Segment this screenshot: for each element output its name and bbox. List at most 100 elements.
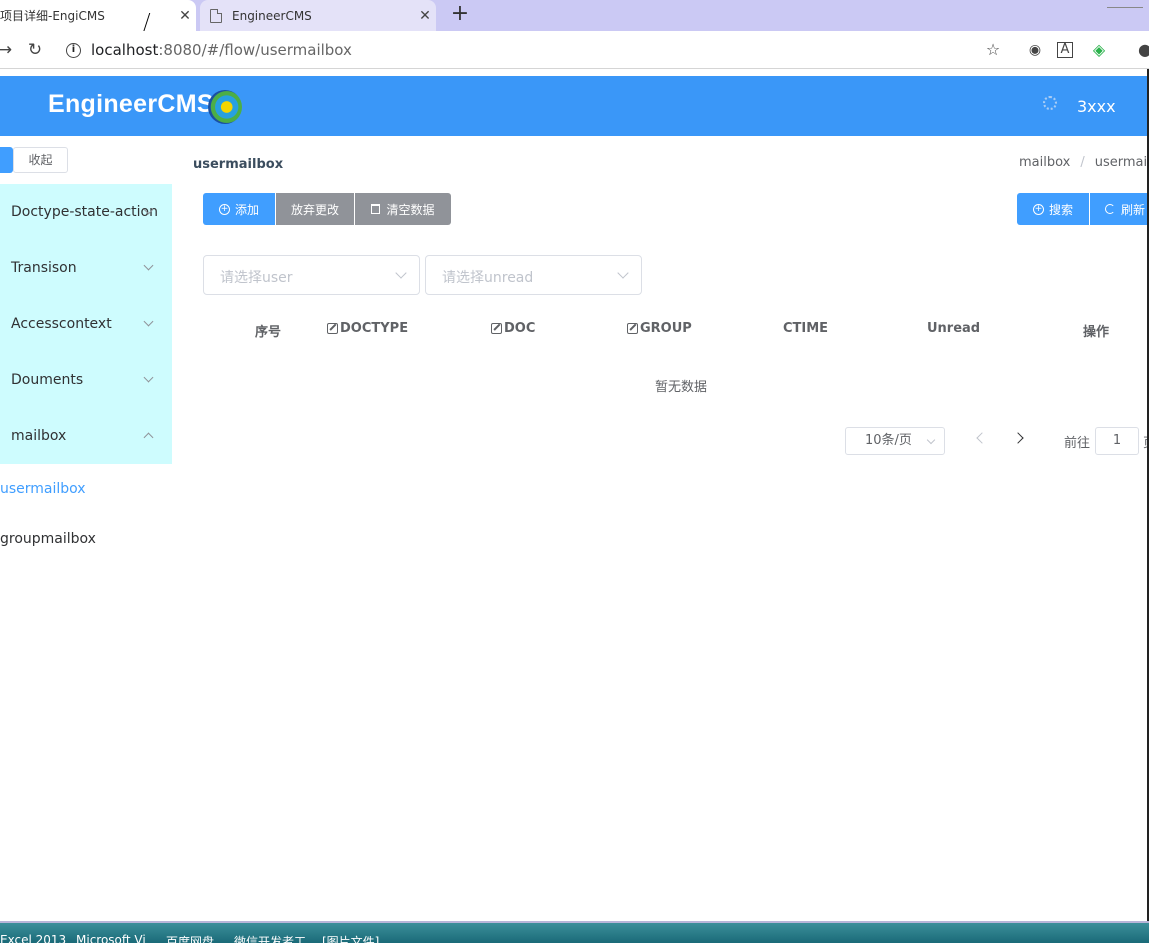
column-header-label: 序号	[255, 325, 282, 340]
sidebar-item-label: Doctype-state-action	[11, 204, 158, 220]
edit-icon	[491, 323, 502, 334]
unread-select[interactable]: 请选择unread	[425, 255, 642, 295]
address-bar: → ↻ i localhost :8080/#/flow/usermailbox…	[0, 31, 1149, 69]
browser-tab-2-title: EngineerCMS	[232, 8, 312, 23]
column-header-label: DOCTYPE	[340, 321, 409, 336]
sidebar-item-doctype-state-action[interactable]: Doctype-state-action	[0, 184, 172, 240]
info-icon[interactable]: i	[66, 42, 81, 58]
page-size-value: 10条/页	[865, 433, 912, 448]
discard-button-label: 放弃更改	[290, 202, 339, 217]
column-header-ctime: CTIME	[783, 321, 828, 336]
refresh-button-label: 刷新	[1120, 202, 1145, 217]
chevron-down-icon	[143, 372, 154, 383]
edit-icon	[627, 323, 638, 334]
chevron-down-icon	[617, 267, 629, 279]
table-header: 序号 DOCTYPE DOC GROUP CTIME Unread 操作	[203, 309, 1149, 349]
taskbar-item[interactable]: Excel 2013	[0, 933, 66, 943]
extension-icon[interactable]: ◉	[1025, 40, 1045, 60]
sidebar-toggle-indicator[interactable]	[0, 147, 13, 173]
trash-icon	[371, 204, 381, 214]
column-header-index: 序号	[255, 321, 281, 340]
add-button[interactable]: + 添加	[203, 193, 275, 225]
column-header-doctype[interactable]: DOCTYPE	[327, 321, 408, 336]
user-select[interactable]: 请选择user	[203, 255, 420, 295]
new-tab-button[interactable]: +	[448, 2, 472, 26]
browser-tab-strip: 项目详细-EngiCMS ✕ EngineerCMS ✕ +	[0, 0, 1149, 31]
column-header-label: GROUP	[640, 321, 692, 336]
page-size-select[interactable]: 10条/页	[845, 427, 945, 455]
goto-label: 前往	[1064, 436, 1091, 451]
goto-page-input[interactable]: 1	[1095, 427, 1139, 455]
edit-icon	[327, 323, 338, 334]
sidebar-item-transison[interactable]: Transison	[0, 240, 172, 296]
search-button[interactable]: + 搜索	[1017, 193, 1089, 225]
column-header-label: DOC	[504, 321, 536, 336]
translate-icon[interactable]: A	[1057, 42, 1073, 58]
chevron-down-icon	[926, 435, 936, 445]
clear-data-button[interactable]: 清空数据	[355, 193, 451, 225]
column-header-label: CTIME	[783, 321, 829, 336]
browser-tab-2[interactable]: EngineerCMS ✕	[200, 0, 436, 31]
refresh-icon	[1104, 204, 1115, 214]
discard-changes-button[interactable]: 放弃更改	[276, 193, 354, 225]
close-icon[interactable]: ✕	[414, 8, 436, 24]
collapse-button[interactable]: 收起	[13, 147, 68, 173]
plus-circle-icon: +	[218, 203, 230, 215]
sidebar-item-mailbox[interactable]: mailbox	[0, 408, 172, 464]
user-select-placeholder: 请选择user	[220, 270, 293, 286]
breadcrumb-item: usermailbox	[1094, 155, 1149, 170]
taskbar-item[interactable]: 百度网盘	[166, 933, 214, 943]
profile-icon[interactable]: ●	[1135, 40, 1149, 60]
refresh-button[interactable]: 刷新	[1090, 193, 1149, 225]
mouse-cursor-icon	[147, 14, 154, 32]
taskbar-item[interactable]: [图片文件]	[322, 933, 379, 943]
sidebar-item-label: Transison	[11, 260, 77, 276]
sidebar-item-douments[interactable]: Douments	[0, 352, 172, 408]
close-icon[interactable]: ✕	[174, 8, 196, 24]
app-header: EngineerCMS	[0, 76, 1149, 136]
document-icon	[210, 8, 222, 23]
taskbar-item[interactable]: Microsoft Vi	[76, 933, 146, 943]
column-header-unread: Unread	[927, 321, 980, 336]
column-header-label: 操作	[1083, 325, 1110, 340]
vue-devtools-icon[interactable]: ◈	[1089, 40, 1109, 60]
forward-icon[interactable]: →	[0, 39, 16, 61]
user-menu[interactable]: 3xxx	[1077, 97, 1116, 116]
page-title: usermailbox	[193, 157, 284, 172]
settings-gear-icon[interactable]	[1043, 96, 1057, 110]
chevron-down-icon	[395, 267, 407, 279]
breadcrumb: mailbox / usermailbox	[1019, 155, 1149, 170]
os-taskbar: Excel 2013 Microsoft Vi 百度网盘 微信开发者工 [图片文…	[0, 921, 1149, 943]
sidebar-item-accesscontext[interactable]: Accesscontext	[0, 296, 172, 352]
url-field[interactable]: i localhost :8080/#/flow/usermailbox	[66, 39, 352, 61]
bookmark-star-icon[interactable]: ☆	[983, 40, 1003, 60]
sidebar-subitem-groupmailbox[interactable]: groupmailbox	[0, 514, 172, 564]
minimize-icon[interactable]	[1107, 0, 1143, 8]
sidebar-menu: Doctype-state-action Transison Accesscon…	[0, 184, 172, 464]
sidebar-subitem-usermailbox[interactable]: usermailbox	[0, 464, 172, 514]
clear-button-label: 清空数据	[386, 202, 435, 217]
add-button-label: 添加	[234, 202, 259, 217]
next-page-icon[interactable]	[1012, 432, 1024, 444]
column-header-group[interactable]: GROUP	[627, 321, 692, 336]
breadcrumb-separator: /	[1080, 155, 1085, 170]
search-button-label: 搜索	[1048, 202, 1073, 217]
sidebar-item-label: Douments	[11, 372, 84, 388]
plus-circle-icon: +	[1032, 203, 1044, 215]
chevron-up-icon	[143, 432, 154, 443]
reload-icon[interactable]: ↻	[24, 39, 46, 61]
mailbox-submenu: usermailbox groupmailbox	[0, 464, 172, 564]
sidebar-item-label: mailbox	[11, 428, 67, 444]
breadcrumb-item[interactable]: mailbox	[1019, 155, 1070, 170]
taskbar-item[interactable]: 微信开发者工	[234, 933, 306, 943]
browser-tab-1[interactable]: 项目详细-EngiCMS ✕	[0, 0, 196, 31]
column-header-actions: 操作	[1083, 321, 1109, 340]
chevron-down-icon	[143, 260, 154, 271]
prev-page-icon[interactable]	[976, 432, 988, 444]
url-path: :8080/#/flow/usermailbox	[158, 41, 352, 59]
chevron-down-icon	[143, 316, 154, 327]
sidebar-toggle: 收起	[0, 147, 68, 173]
brand-title: EngineerCMS	[48, 90, 214, 118]
brand-logo-icon	[208, 90, 242, 124]
column-header-doc[interactable]: DOC	[491, 321, 535, 336]
